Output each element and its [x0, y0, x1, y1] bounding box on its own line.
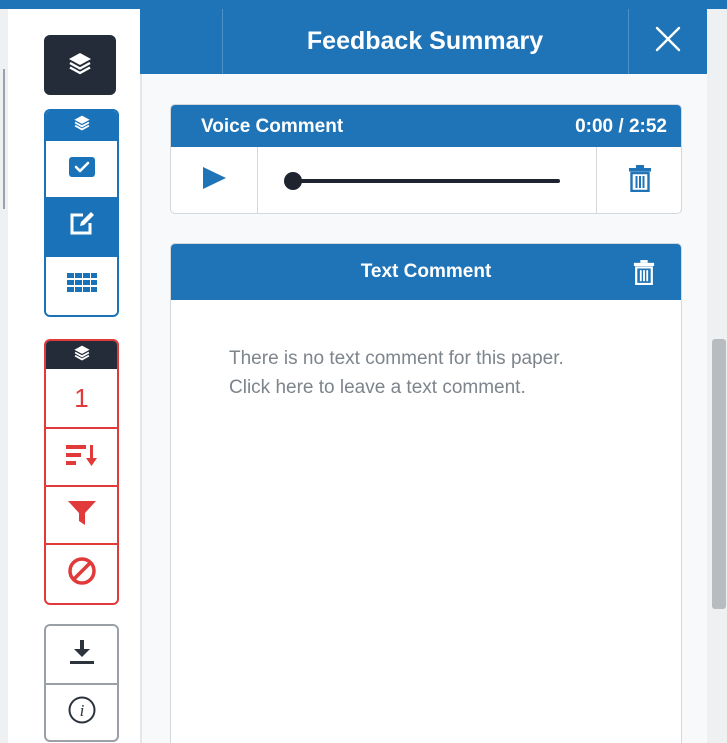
text-comment-card: Text Comment There is no text comment fo… — [170, 243, 682, 743]
tool-sidebar: 1 i — [8, 9, 140, 743]
text-comment-header: Text Comment — [171, 244, 681, 300]
download-button[interactable] — [46, 626, 117, 683]
top-strip — [0, 0, 727, 9]
checkmark-tool-button[interactable] — [46, 139, 117, 197]
trash-icon — [628, 164, 652, 197]
voice-comment-header: Voice Comment 0:00 / 2:52 — [171, 105, 681, 147]
grid-icon — [66, 272, 97, 298]
checkmark-icon — [68, 156, 95, 182]
feedback-panel-header: Feedback Summary — [140, 9, 707, 74]
seek-track — [290, 179, 560, 183]
delete-text-comment-button[interactable] — [633, 259, 655, 290]
layers-icon — [73, 344, 91, 366]
filter-button[interactable] — [46, 485, 117, 543]
filter-icon — [67, 500, 97, 531]
count-button[interactable]: 1 — [46, 369, 117, 427]
download-icon — [68, 639, 96, 670]
panel-title: Feedback Summary — [222, 9, 629, 74]
gutter-mark — [3, 69, 5, 209]
svg-text:i: i — [79, 701, 84, 720]
header-left-segment — [140, 9, 223, 74]
play-icon — [200, 164, 228, 197]
layers-icon — [73, 114, 91, 136]
audio-seek-bar[interactable] — [258, 147, 597, 213]
review-group-header[interactable] — [46, 341, 117, 369]
ban-icon — [67, 556, 97, 591]
text-comment-empty-message[interactable]: There is no text comment for this paper.… — [229, 344, 609, 402]
edit-tool-button[interactable] — [46, 197, 117, 255]
utility-tool-group: i — [44, 624, 119, 742]
review-tool-group: 1 — [44, 339, 119, 605]
close-icon — [655, 26, 681, 57]
edit-icon — [68, 211, 96, 242]
play-button[interactable] — [171, 147, 258, 213]
voice-time-readout: 0:00 / 2:52 — [575, 116, 667, 137]
assessment-group-header[interactable] — [46, 111, 117, 139]
left-gutter — [0, 9, 8, 743]
layers-toggle-button[interactable] — [44, 35, 116, 95]
text-comment-title: Text Comment — [360, 261, 492, 282]
layers-icon — [67, 51, 93, 80]
sort-button[interactable] — [46, 427, 117, 485]
trash-icon — [633, 260, 655, 289]
scrollbar-thumb[interactable] — [712, 339, 726, 609]
sort-icon — [65, 443, 98, 472]
count-label: 1 — [74, 382, 89, 413]
assessment-tool-group — [44, 109, 119, 317]
voice-comment-card: Voice Comment 0:00 / 2:52 — [170, 104, 682, 214]
ban-button[interactable] — [46, 543, 117, 601]
info-icon: i — [67, 695, 97, 730]
seek-handle[interactable] — [284, 172, 302, 190]
grid-tool-button[interactable] — [46, 255, 117, 313]
delete-voice-comment-button[interactable] — [597, 147, 681, 213]
info-button[interactable]: i — [46, 683, 117, 740]
close-button[interactable] — [629, 9, 707, 74]
voice-comment-title: Voice Comment — [201, 116, 344, 137]
panel-scrollbar[interactable] — [707, 9, 727, 743]
voice-player-row — [171, 147, 681, 213]
